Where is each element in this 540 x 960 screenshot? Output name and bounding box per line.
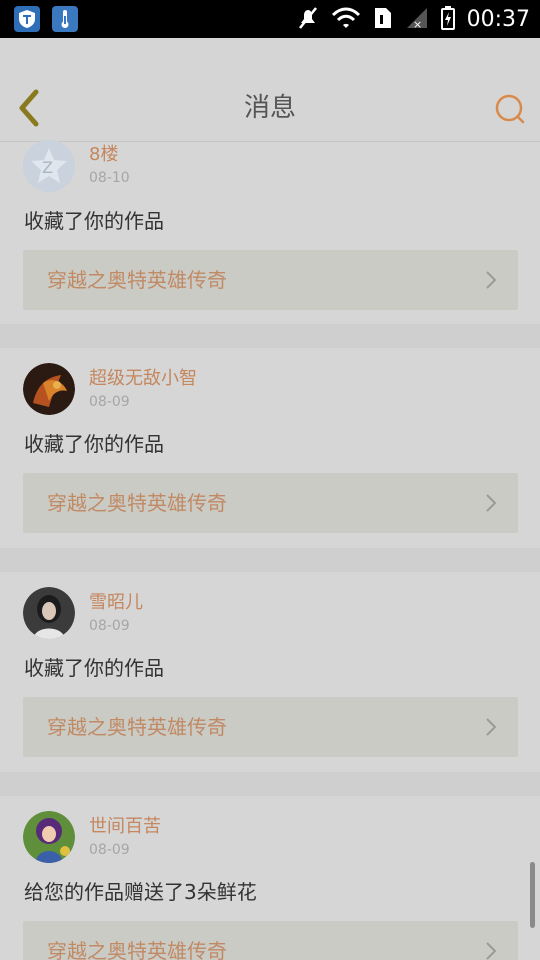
message-text: 收藏了你的作品: [24, 432, 164, 456]
work-title: 穿越之奥特英雄传奇: [47, 939, 227, 960]
message-card[interactable]: Z 8楼 08-10 收藏了你的作品 穿越之奥特英雄传奇: [0, 140, 540, 324]
search-icon: [495, 94, 525, 124]
message-date: 08-09: [89, 842, 130, 858]
wifi-icon: [331, 7, 361, 33]
work-link[interactable]: 穿越之奥特英雄传奇: [23, 697, 518, 757]
divider: [0, 548, 540, 572]
username[interactable]: 雪昭儿: [89, 592, 143, 614]
message-date: 08-09: [89, 394, 130, 410]
message-text: 收藏了你的作品: [24, 209, 164, 233]
page-title: 消息: [243, 93, 296, 123]
username[interactable]: 世间百苦: [89, 816, 161, 838]
scrollbar[interactable]: [530, 862, 535, 928]
chevron-right-icon: [486, 718, 497, 736]
username[interactable]: 8楼: [89, 144, 118, 166]
message-text: 收藏了你的作品: [24, 656, 164, 680]
svg-text:×: ×: [413, 18, 422, 30]
message-card[interactable]: 雪昭儿 08-09 收藏了你的作品 穿越之奥特英雄传奇: [0, 572, 540, 772]
message-date: 08-10: [89, 170, 130, 186]
work-link[interactable]: 穿越之奥特英雄传奇: [23, 921, 518, 960]
signal-icon: ×: [405, 6, 429, 34]
username[interactable]: 超级无敌小智: [89, 368, 197, 390]
svg-text:Z: Z: [42, 158, 53, 177]
message-card[interactable]: 超级无敌小智 08-09 收藏了你的作品 穿越之奥特英雄传奇: [0, 348, 540, 548]
divider: [0, 324, 540, 348]
chevron-right-icon: [486, 942, 497, 960]
chevron-right-icon: [486, 494, 497, 512]
thermometer-icon: [52, 6, 78, 32]
battery-icon: [440, 6, 455, 34]
status-time: 00:37: [466, 7, 530, 32]
work-link[interactable]: 穿越之奥特英雄传奇: [23, 250, 518, 310]
sim-icon: [373, 6, 393, 34]
message-text: 给您的作品赠送了3朵鲜花: [24, 880, 257, 904]
shield-icon: [14, 6, 40, 32]
divider: [0, 772, 540, 796]
work-title: 穿越之奥特英雄传奇: [47, 491, 227, 515]
work-title: 穿越之奥特英雄传奇: [47, 268, 227, 292]
work-title: 穿越之奥特英雄传奇: [47, 715, 227, 739]
work-link[interactable]: 穿越之奥特英雄传奇: [23, 473, 518, 533]
avatar[interactable]: Z: [23, 140, 75, 192]
message-date: 08-09: [89, 618, 130, 634]
status-bar: × 00:37: [0, 0, 540, 38]
avatar[interactable]: [23, 587, 75, 639]
search-button[interactable]: [494, 93, 526, 125]
chevron-right-icon: [486, 271, 497, 289]
avatar[interactable]: [23, 811, 75, 863]
avatar[interactable]: [23, 363, 75, 415]
mute-icon: [297, 6, 319, 34]
screen: × 00:37 消息 Z 8楼 08-10 收藏了你的作品 穿越之奥特英雄传奇 …: [0, 0, 540, 960]
app-header: 消息: [0, 38, 540, 142]
message-card[interactable]: 世间百苦 08-09 给您的作品赠送了3朵鲜花 穿越之奥特英雄传奇: [0, 796, 540, 960]
